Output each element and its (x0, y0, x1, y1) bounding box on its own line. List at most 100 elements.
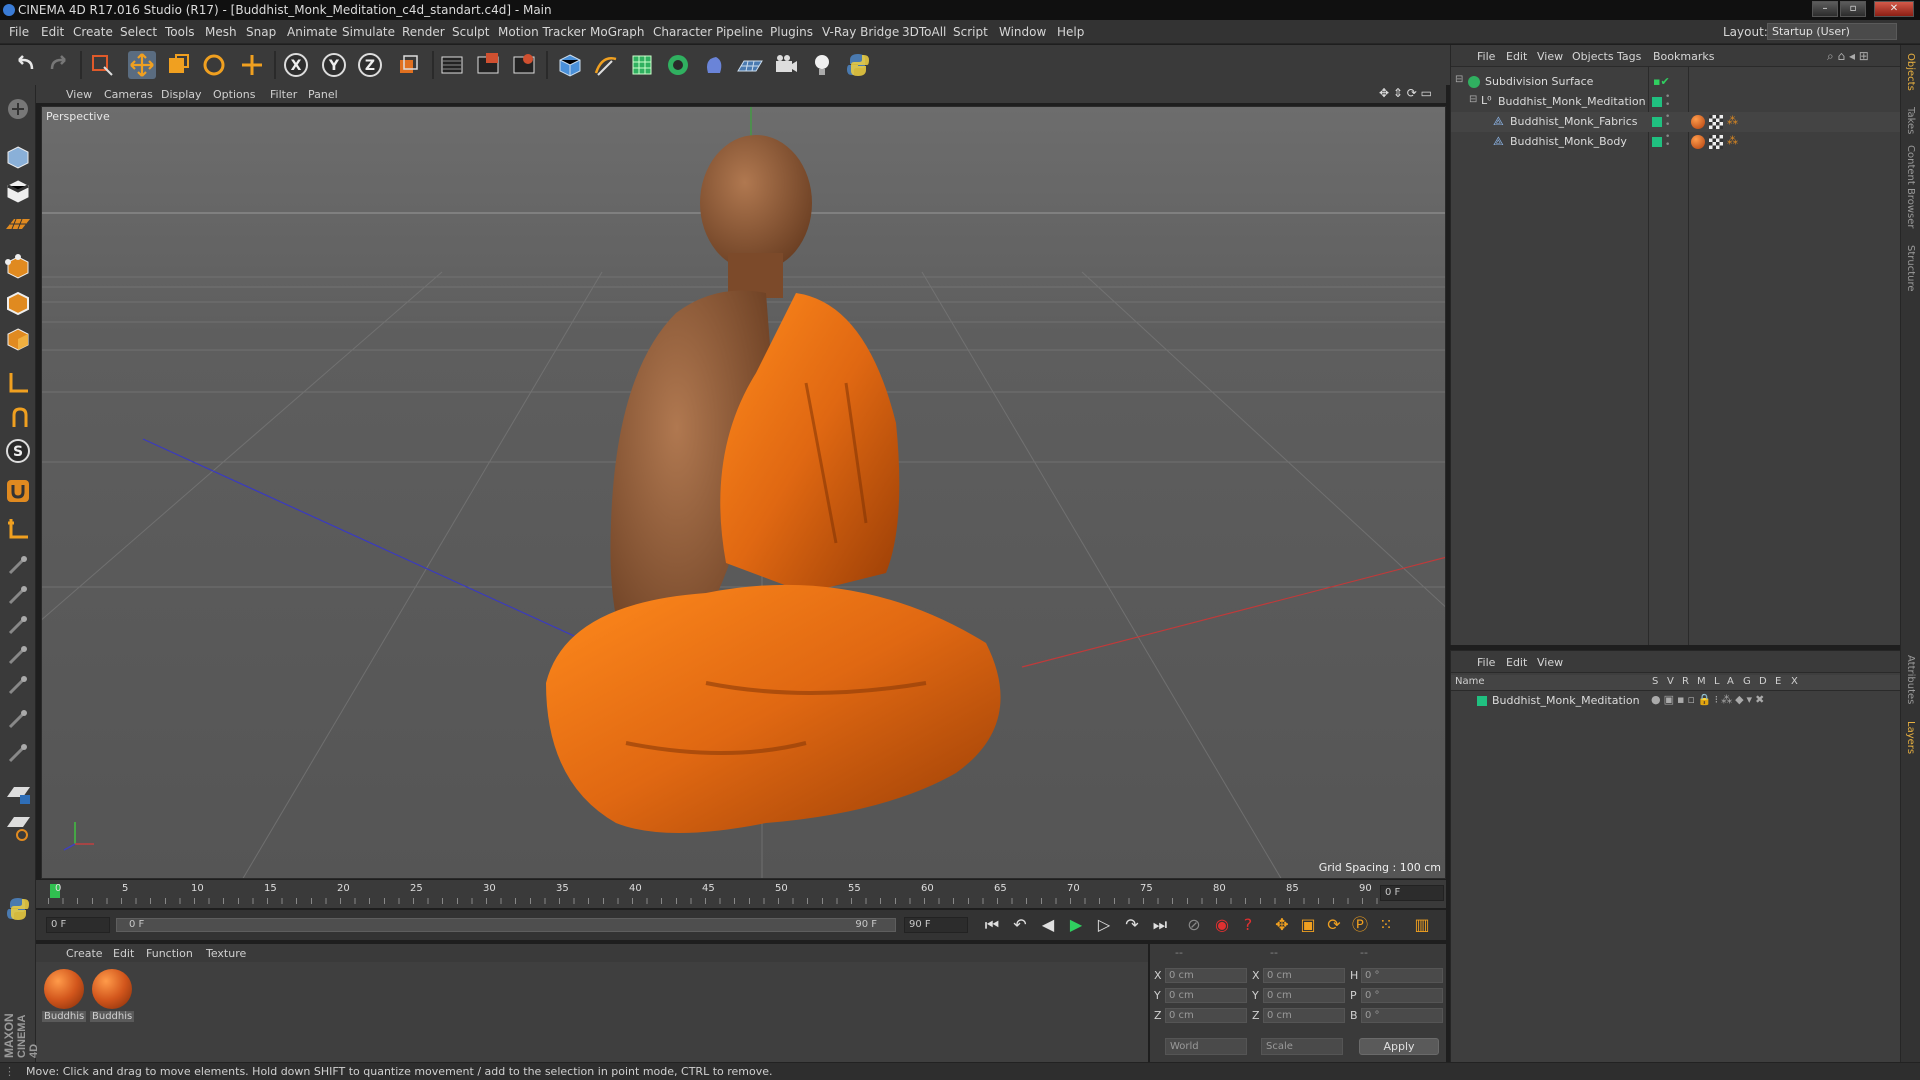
obj-menu-tags[interactable]: Tags (1617, 50, 1641, 63)
python-icon[interactable] (844, 51, 872, 79)
menu-edit[interactable]: Edit (41, 25, 64, 39)
coordinate-mode-select[interactable]: World (1165, 1038, 1247, 1055)
collapse-toggle-icon[interactable]: ⊟ (1469, 94, 1477, 105)
frame-range-slider[interactable]: 0 F 90 F (116, 918, 896, 932)
points-mode-icon[interactable] (4, 253, 32, 281)
menu-script[interactable]: Script (953, 25, 988, 39)
light-icon[interactable] (808, 51, 836, 79)
key-point-level-icon[interactable]: ⁙ (1374, 914, 1398, 936)
cube-primitive-icon[interactable] (556, 51, 584, 79)
obj-menu-view[interactable]: View (1537, 50, 1563, 63)
obj-menu-file[interactable]: File (1477, 50, 1495, 63)
move-tool-icon[interactable] (128, 51, 156, 79)
phong-tag-icon[interactable]: ⁂ (1727, 134, 1738, 147)
key-rotation-icon[interactable]: ⟳ (1322, 914, 1346, 936)
magnet-tool-icon[interactable] (4, 477, 32, 505)
texture-mode-icon[interactable] (4, 177, 32, 205)
make-editable-icon[interactable] (4, 95, 32, 123)
render-settings-icon[interactable] (510, 51, 538, 79)
obj-search-icon[interactable]: ⌕ ⌂ ◂ ⊞ (1827, 49, 1869, 64)
buddhist-monk-model[interactable] (506, 123, 1066, 863)
current-frame-field[interactable]: 0 F (1380, 885, 1444, 901)
x-axis-lock-icon[interactable]: X (282, 51, 310, 79)
undo-icon[interactable] (12, 51, 40, 79)
layer-color-swatch[interactable] (1652, 97, 1662, 107)
menu-create[interactable]: Create (73, 25, 113, 39)
viewport-menu-display[interactable]: Display (161, 88, 202, 101)
size-x-field[interactable]: 0 cm (1263, 968, 1345, 983)
phong-tag-icon[interactable]: ⁂ (1727, 114, 1738, 127)
sculpt-grab-icon[interactable] (4, 641, 32, 669)
workplane-mode-icon[interactable] (4, 211, 32, 239)
keyframe-selection-icon[interactable]: ? (1236, 914, 1260, 936)
tab-takes[interactable]: Takes (1905, 107, 1916, 134)
viewport-navigation-icons[interactable]: ✥ ⇕ ⟳ ▭ (1379, 86, 1432, 100)
sculpt-pull-icon[interactable] (4, 611, 32, 639)
render-view-icon[interactable] (438, 51, 466, 79)
material-menu-function[interactable]: Function (146, 947, 193, 960)
sculpt-flatten-icon[interactable] (4, 739, 32, 767)
material-menu-edit[interactable]: Edit (113, 947, 134, 960)
menu-motion-tracker[interactable]: Motion Tracker (498, 25, 586, 39)
rot-p-field[interactable]: 0 ° (1361, 988, 1443, 1003)
material-tag-icon[interactable] (1691, 115, 1705, 129)
visibility-dots-icon[interactable]: • • (1665, 93, 1670, 110)
python-script-icon[interactable] (4, 895, 32, 923)
live-selection-icon[interactable] (88, 51, 116, 79)
viewport-menu-options[interactable]: Options (213, 88, 255, 101)
record-active-icon[interactable]: ⊘ (1182, 914, 1206, 936)
workplane-lock-icon[interactable] (4, 813, 32, 841)
rot-h-field[interactable]: 0 ° (1361, 968, 1443, 983)
object-row-buddhist-monk-meditation[interactable]: ⊟ L⁰ Buddhist_Monk_Meditation • • (1451, 92, 1901, 112)
viewport-menu-view[interactable]: View (66, 88, 92, 101)
layer-toggle-icons[interactable]: ●▣▪▫🔒⁝⁂◆▾✖ (1651, 693, 1767, 706)
material-menu-create[interactable]: Create (66, 947, 103, 960)
rot-b-field[interactable]: 0 ° (1361, 1008, 1443, 1023)
size-z-field[interactable]: 0 cm (1263, 1008, 1345, 1023)
texture-tag-icon[interactable] (1709, 135, 1723, 149)
maximize-button[interactable]: ▫ (1840, 1, 1866, 17)
play-forward-icon[interactable]: ▶ (1064, 914, 1088, 936)
next-frame-icon[interactable]: ▷ (1092, 914, 1116, 936)
transform-tool-icon[interactable] (238, 51, 266, 79)
z-axis-lock-icon[interactable]: Z (356, 51, 384, 79)
key-parameter-icon[interactable]: Ⓟ (1348, 914, 1372, 936)
polygons-mode-icon[interactable] (4, 325, 32, 353)
layer-color-swatch[interactable] (1652, 117, 1662, 127)
menu-mograph[interactable]: MoGraph (590, 25, 645, 39)
tab-content-browser[interactable]: Content Browser (1905, 145, 1916, 228)
edges-mode-icon[interactable] (4, 289, 32, 317)
minimize-button[interactable]: – (1812, 1, 1838, 17)
enabled-checkmark-icon[interactable]: ▪✔ (1653, 75, 1670, 88)
apply-button[interactable]: Apply (1359, 1038, 1439, 1055)
material-swatch[interactable]: Buddhis (90, 967, 134, 1027)
layout-select[interactable]: Startup (User) (1767, 23, 1897, 40)
workplane-axis-icon[interactable] (4, 515, 32, 543)
timeline-window-icon[interactable]: ▥ (1410, 914, 1434, 936)
tab-attributes[interactable]: Attributes (1905, 655, 1916, 704)
menu-help[interactable]: Help (1057, 25, 1084, 39)
3d-viewport[interactable]: Perspective Grid Spacing : 100 cm (41, 106, 1446, 879)
previous-frame-icon[interactable]: ◀ (1036, 914, 1060, 936)
deformer-icon[interactable] (700, 51, 728, 79)
subdivision-surface-icon[interactable] (628, 51, 656, 79)
menu-snap[interactable]: Snap (246, 25, 276, 39)
end-frame-field[interactable]: 90 F (904, 917, 968, 933)
close-button[interactable]: ✕ (1874, 1, 1914, 17)
start-frame-field[interactable]: 0 F (46, 917, 110, 933)
material-swatch[interactable]: Buddhis (42, 967, 86, 1027)
menu-mesh[interactable]: Mesh (205, 25, 237, 39)
grid-lock-icon[interactable] (4, 779, 32, 807)
y-axis-lock-icon[interactable]: Y (320, 51, 348, 79)
object-row-buddhist-monk-fabrics[interactable]: ⟁ Buddhist_Monk_Fabrics • • ⁂ (1451, 112, 1901, 132)
texture-tag-icon[interactable] (1709, 115, 1723, 129)
menu-sculpt[interactable]: Sculpt (452, 25, 489, 39)
viewport-menu-filter[interactable]: Filter (270, 88, 297, 101)
pos-y-field[interactable]: 0 cm (1165, 988, 1247, 1003)
tab-layers[interactable]: Layers (1905, 721, 1916, 754)
object-row-buddhist-monk-body[interactable]: ⟁ Buddhist_Monk_Body • • ⁂ (1451, 132, 1901, 152)
layer-row[interactable]: Buddhist_Monk_Meditation ●▣▪▫🔒⁝⁂◆▾✖ (1451, 692, 1901, 710)
tweak-mode-icon[interactable] (4, 403, 32, 431)
menu-render[interactable]: Render (402, 25, 445, 39)
tab-structure[interactable]: Structure (1905, 245, 1916, 292)
